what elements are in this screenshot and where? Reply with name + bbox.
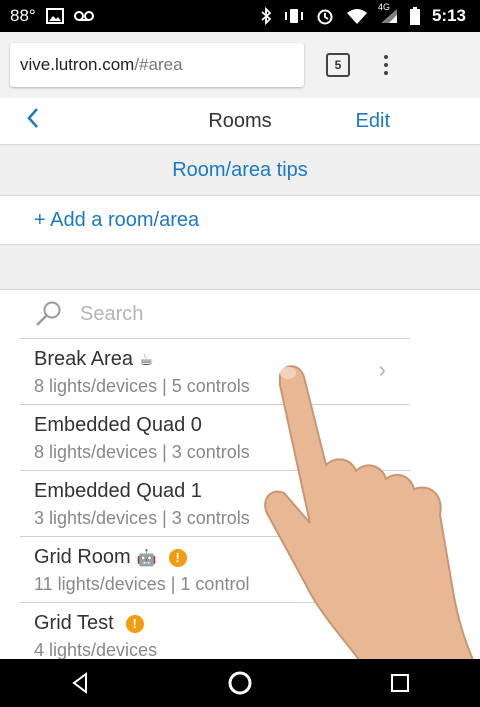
- nav-recents-button[interactable]: [370, 659, 430, 707]
- app-header: Rooms Edit: [0, 98, 480, 145]
- room-name: Grid Room: [34, 546, 131, 568]
- url-path: /#area: [134, 55, 183, 74]
- nav-back-button[interactable]: [50, 659, 110, 707]
- warning-icon: !: [125, 614, 144, 633]
- square-recents-icon: [391, 674, 409, 692]
- room-name-row: Grid Room 🤖 !: [34, 546, 187, 569]
- bluetooth-icon: [260, 7, 272, 25]
- room-name: Grid Test: [34, 612, 114, 634]
- chevron-right-icon: ›: [378, 357, 386, 382]
- wifi-icon: [346, 8, 368, 24]
- room-details: 8 lights/devices | 5 controls: [34, 376, 250, 396]
- room-details: 11 lights/devices | 1 control: [34, 574, 250, 594]
- browser-menu-icon[interactable]: [378, 49, 394, 81]
- warning-icon: !: [168, 548, 187, 567]
- url-host: vive.lutron.com: [20, 55, 135, 74]
- room-name-row: Embedded Quad 1: [34, 480, 202, 503]
- room-name-row: Embedded Quad 0: [34, 414, 202, 437]
- battery-icon: [409, 7, 420, 25]
- robot-icon: 🤖: [136, 549, 157, 567]
- nav-home-button[interactable]: [210, 659, 270, 707]
- edit-button[interactable]: Edit: [356, 110, 390, 133]
- page-title: Rooms: [208, 109, 272, 132]
- section-spacer: [0, 245, 480, 290]
- alarm-icon: [316, 7, 334, 25]
- room-list: Break Area ☕ 8 lights/devices | 5 contro…: [0, 339, 480, 669]
- add-room-row[interactable]: + Add a room/area: [0, 196, 480, 245]
- room-name-row: Break Area ☕: [34, 348, 153, 371]
- room-details: 3 lights/devices | 3 controls: [34, 508, 250, 528]
- temperature: 88°: [10, 6, 36, 25]
- url-field[interactable]: vive.lutron.com/#area: [10, 43, 304, 87]
- room-tips-link[interactable]: Room/area tips: [172, 159, 308, 182]
- room-tips-banner[interactable]: Room/area tips: [0, 145, 480, 196]
- image-icon: [45, 8, 64, 24]
- signal-icon: 4G: [378, 2, 398, 24]
- vibrate-icon: [284, 8, 304, 24]
- list-item[interactable]: Embedded Quad 0 8 lights/devices | 3 con…: [0, 405, 480, 471]
- room-name: Embedded Quad 0: [34, 414, 202, 436]
- room-details: 8 lights/devices | 3 controls: [34, 442, 250, 462]
- room-name-row: Grid Test !: [34, 612, 144, 635]
- room-name: Embedded Quad 1: [34, 480, 202, 502]
- voicemail-icon: [73, 10, 94, 22]
- list-item[interactable]: Embedded Quad 1 3 lights/devices | 3 con…: [0, 471, 480, 537]
- search-icon: [36, 301, 61, 326]
- room-details: 4 lights/devices: [34, 640, 158, 660]
- coffee-icon: ☕: [138, 351, 154, 369]
- home-circle-icon: [228, 671, 252, 695]
- tab-switcher-button[interactable]: 5: [326, 53, 350, 77]
- room-name: Break Area: [34, 348, 133, 370]
- search-input[interactable]: [78, 301, 362, 327]
- clock: 5:13: [431, 6, 466, 25]
- status-bar: 88° 4G 5:13: [0, 0, 480, 32]
- triangle-back-icon: [72, 672, 87, 694]
- list-item[interactable]: Break Area ☕ 8 lights/devices | 5 contro…: [0, 339, 480, 405]
- add-room-button[interactable]: + Add a room/area: [34, 209, 199, 232]
- android-nav-bar: [0, 659, 480, 707]
- search-bar: [0, 290, 480, 338]
- network-type: 4G: [377, 2, 390, 12]
- list-item[interactable]: Grid Room 🤖 ! 11 lights/devices | 1 cont…: [0, 537, 480, 603]
- browser-toolbar: vive.lutron.com/#area 5: [0, 32, 480, 99]
